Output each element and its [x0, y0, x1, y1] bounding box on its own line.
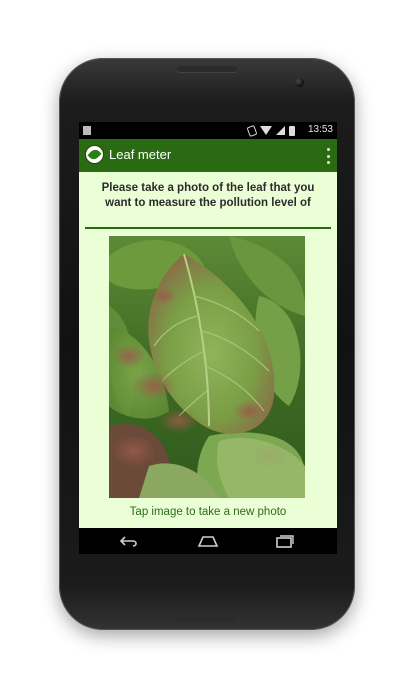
leaf-photo-image	[109, 236, 305, 498]
app-title: Leaf meter	[109, 147, 172, 162]
main-content: Please take a photo of the leaf that you…	[79, 172, 337, 528]
leaf-app-icon[interactable]	[85, 145, 104, 164]
navigation-bar	[79, 528, 337, 554]
earpiece-speaker	[177, 66, 237, 72]
recent-apps-icon[interactable]	[275, 534, 295, 548]
rotation-icon	[246, 124, 258, 137]
status-bar: 13:53	[79, 122, 337, 139]
divider	[85, 227, 331, 229]
bottom-speaker	[177, 616, 237, 622]
tap-hint-text: Tap image to take a new photo	[129, 506, 287, 518]
leaf-photo[interactable]	[109, 236, 305, 498]
overflow-menu-icon[interactable]	[327, 148, 331, 164]
screen: 13:53 Leaf meter Please take a photo of …	[79, 122, 337, 554]
status-time: 13:53	[307, 124, 333, 135]
back-icon[interactable]	[119, 535, 139, 547]
status-icons	[246, 124, 295, 137]
phone-frame: 13:53 Leaf meter Please take a photo of …	[59, 58, 355, 630]
front-camera	[295, 78, 304, 87]
home-icon[interactable]	[197, 535, 219, 547]
notification-icon	[83, 126, 91, 135]
action-bar: Leaf meter	[79, 139, 337, 172]
wifi-icon	[260, 126, 272, 135]
signal-icon	[276, 126, 285, 135]
instruction-text: Please take a photo of the leaf that you…	[101, 182, 315, 209]
battery-icon	[289, 125, 295, 136]
